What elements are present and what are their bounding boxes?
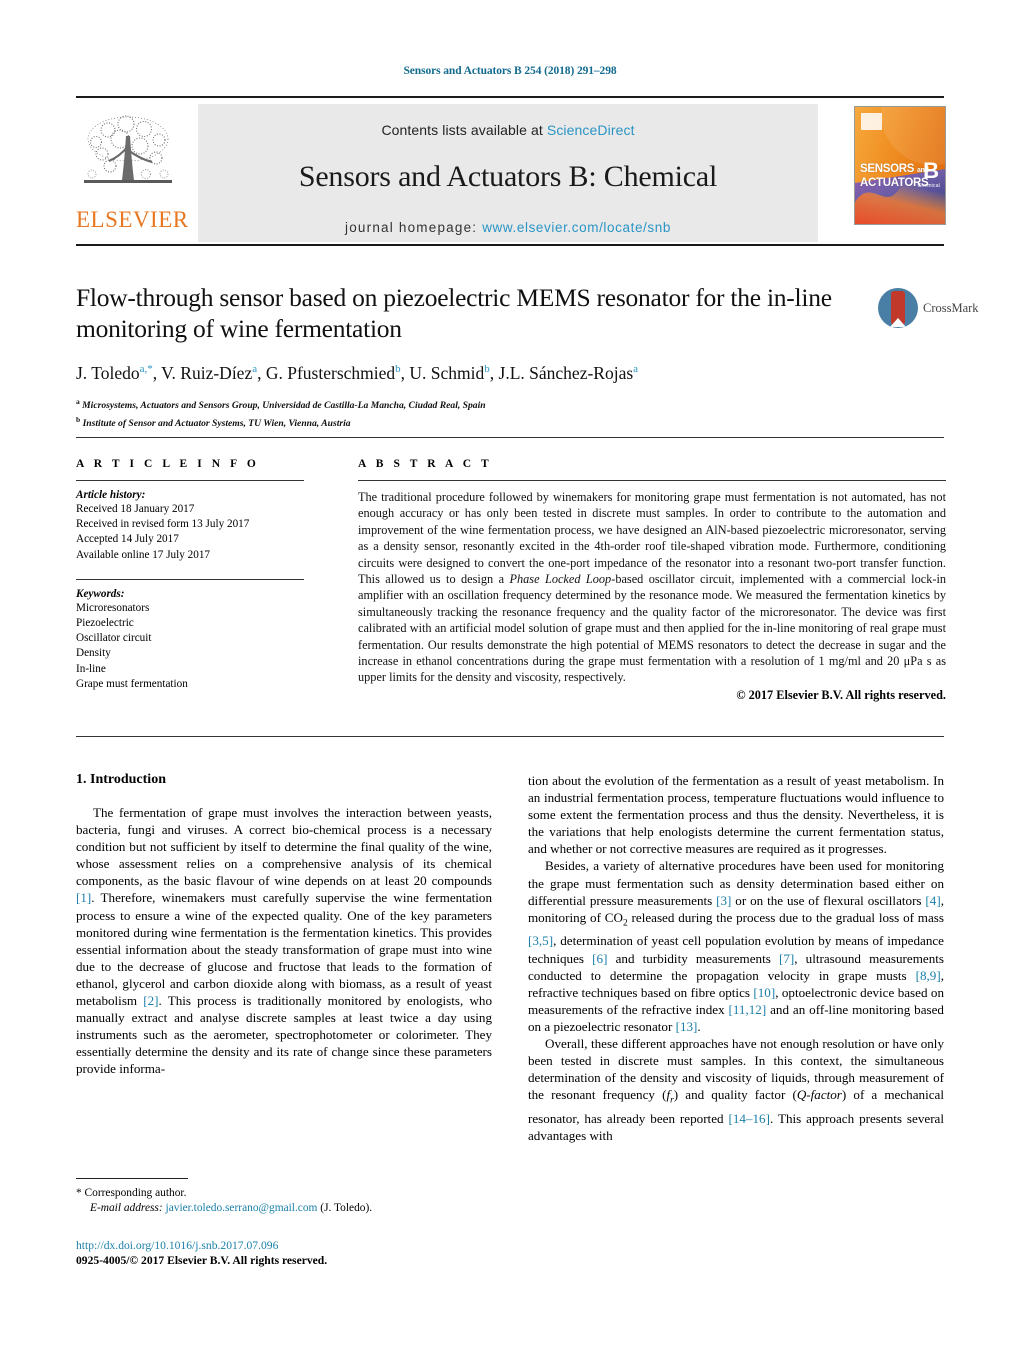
crossmark-icon bbox=[878, 288, 918, 328]
running-head: Sensors and Actuators B 254 (2018) 291–2… bbox=[403, 65, 617, 77]
affiliation-b-marker: b bbox=[76, 415, 81, 425]
masthead-top-rule bbox=[76, 96, 944, 98]
history-online: Available online 17 July 2017 bbox=[76, 548, 211, 561]
corresponding-author-line: * Corresponding author. bbox=[76, 1187, 187, 1199]
cover-elsevier-mark bbox=[861, 113, 882, 130]
email-line: E-mail address: javier.toledo.serrano@gm… bbox=[76, 1201, 492, 1216]
keyword-item: Microresonators bbox=[76, 601, 150, 614]
history-accepted: Accepted 14 July 2017 bbox=[76, 533, 179, 546]
article-info-divider bbox=[76, 480, 304, 481]
journal-cover-thumbnail: SENSORS and ACTUATORS B Chemical bbox=[854, 106, 946, 225]
journal-homepage-line: journal homepage: www.elsevier.com/locat… bbox=[198, 220, 818, 235]
paragraph: Besides, a variety of alternative proced… bbox=[528, 858, 944, 1034]
masthead-bottom-rule bbox=[76, 244, 944, 246]
homepage-link[interactable]: www.elsevier.com/locate/snb bbox=[482, 220, 671, 235]
elsevier-wordmark: ELSEVIER bbox=[76, 207, 189, 232]
cover-volume-sub: Chemical bbox=[917, 183, 940, 189]
affiliation-a: a Microsystems, Actuators and Sensors Gr… bbox=[76, 395, 866, 412]
body-column-right: tion about the evolution of the fermenta… bbox=[528, 772, 944, 1144]
journal-masthead: ELSEVIER Contents lists available at Sci… bbox=[76, 96, 946, 246]
journal-title: Sensors and Actuators B: Chemical bbox=[298, 160, 718, 193]
paragraph: The fermentation of grape must involves … bbox=[76, 805, 493, 1077]
affiliation-b: b Institute of Sensor and Actuator Syste… bbox=[76, 413, 866, 430]
info-section-rule bbox=[76, 437, 944, 438]
body-top-rule bbox=[76, 736, 944, 737]
keywords-divider bbox=[76, 578, 304, 580]
contents-prefix: Contents lists available at bbox=[381, 122, 547, 138]
issn-copyright-line: 0925-4005/© 2017 Elsevier B.V. All right… bbox=[76, 1254, 328, 1268]
keyword-item: Oscillator circuit bbox=[76, 632, 152, 645]
keyword-item: Density bbox=[76, 647, 111, 660]
masthead-band: Contents lists available at ScienceDirec… bbox=[198, 104, 818, 242]
abstract-heading: A B S T R A C T bbox=[358, 458, 493, 470]
section-heading-introduction: 1. Introduction bbox=[76, 772, 166, 787]
abstract-copyright: © 2017 Elsevier B.V. All rights reserved… bbox=[736, 687, 946, 702]
body-column-left: 1. Introduction The fermentation of grap… bbox=[76, 772, 492, 1078]
crossmark-badge[interactable]: CrossMark bbox=[878, 288, 979, 332]
abstract-text: The traditional procedure followed by wi… bbox=[358, 490, 947, 685]
keyword-item: Piezoelectric bbox=[76, 617, 134, 630]
history-revised: Received in revised form 13 July 2017 bbox=[76, 518, 250, 531]
keyword-item: Grape must fermentation bbox=[76, 677, 188, 690]
footer-doi-block: http://dx.doi.org/10.1016/j.snb.2017.07.… bbox=[76, 1238, 492, 1268]
email-owner: (J. Toledo). bbox=[320, 1201, 373, 1214]
cover-line1: SENSORS bbox=[860, 163, 915, 175]
article-info-column: A R T I C L E I N F O Article history: R… bbox=[76, 458, 304, 692]
paper-page: Sensors and Actuators B 254 (2018) 291–2… bbox=[0, 0, 1020, 1351]
article-history-label: Article history: bbox=[76, 489, 146, 501]
doi-link[interactable]: http://dx.doi.org/10.1016/j.snb.2017.07.… bbox=[76, 1238, 492, 1253]
keyword-item: In-line bbox=[76, 662, 106, 675]
crossmark-triangle bbox=[890, 318, 906, 327]
keywords-label: Keywords: bbox=[76, 587, 125, 600]
affiliation-a-text: Microsystems, Actuators and Sensors Grou… bbox=[82, 400, 486, 412]
email-link[interactable]: javier.toledo.serrano@gmail.com bbox=[166, 1202, 318, 1214]
abstract-column: A B S T R A C T The traditional procedur… bbox=[358, 458, 946, 703]
keywords-block: Keywords: Microresonators Piezoelectric … bbox=[76, 588, 304, 692]
affiliation-a-marker: a bbox=[76, 396, 80, 406]
email-label: E-mail address: bbox=[90, 1201, 163, 1214]
page-title: Flow-through sensor based on piezoelectr… bbox=[76, 283, 832, 343]
article-info-heading: A R T I C L E I N F O bbox=[76, 458, 260, 470]
sciencedirect-link[interactable]: ScienceDirect bbox=[547, 122, 635, 138]
contents-available-line: Contents lists available at ScienceDirec… bbox=[198, 104, 818, 138]
paragraph: tion about the evolution of the fermenta… bbox=[528, 773, 944, 857]
affiliation-b-text: Institute of Sensor and Actuator Systems… bbox=[82, 418, 351, 430]
paragraph: Overall, these different approaches have… bbox=[528, 1036, 945, 1144]
corresponding-author-footnote: * Corresponding author. E-mail address: … bbox=[76, 1178, 492, 1215]
footnote-rule bbox=[76, 1178, 188, 1179]
author-list: J. Toledoa,*, V. Ruiz-Díeza, G. Pfusters… bbox=[76, 362, 639, 383]
elsevier-logo: ELSEVIER bbox=[76, 106, 189, 238]
history-received: Received 18 January 2017 bbox=[76, 503, 195, 515]
elsevier-tree-icon bbox=[76, 106, 180, 210]
crossmark-label: CrossMark bbox=[923, 301, 979, 315]
title-block: Flow-through sensor based on piezoelectr… bbox=[76, 282, 866, 431]
cover-volume-letter: B bbox=[923, 158, 939, 183]
homepage-label: journal homepage: bbox=[345, 220, 478, 235]
abstract-divider bbox=[358, 480, 946, 481]
